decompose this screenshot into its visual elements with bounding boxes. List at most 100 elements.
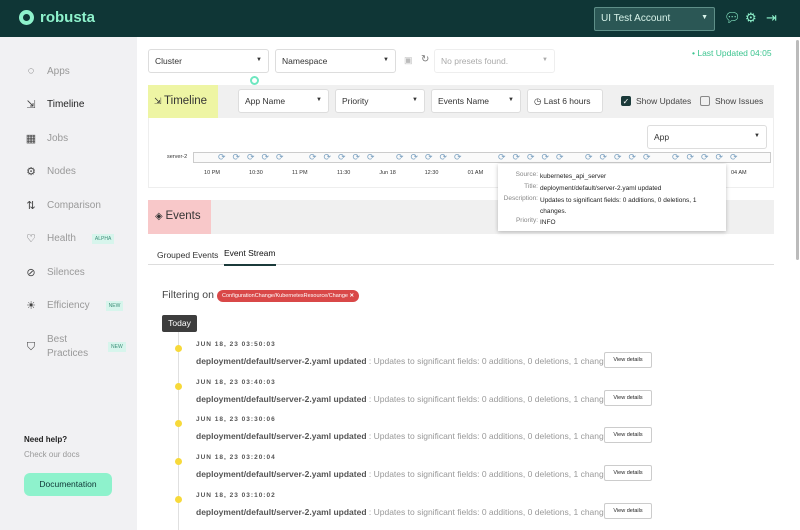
chevron-down-icon: ▼ xyxy=(256,57,262,63)
update-event-icon[interactable]: ⟳ xyxy=(218,152,226,163)
update-event-icon[interactable]: ⟳ xyxy=(643,152,651,163)
update-event-icon[interactable]: ⟳ xyxy=(614,152,622,163)
sidebar-item-best-practices[interactable]: ⛉ Best Practices NEW xyxy=(25,333,126,361)
event-dot xyxy=(175,420,182,428)
sidebar-item-apps[interactable]: ◌ Apps xyxy=(25,65,70,77)
view-details-button[interactable]: View details xyxy=(604,427,652,444)
update-event-icon[interactable]: ⟳ xyxy=(716,152,724,163)
view-details-button[interactable]: View details xyxy=(604,389,652,406)
gear-icon[interactable]: ⚙ xyxy=(745,11,757,25)
update-event-icon[interactable]: ⟳ xyxy=(425,152,433,163)
tooltip-key: Description: xyxy=(503,195,538,202)
chevron-down-icon: ▼ xyxy=(383,57,389,63)
priority-select[interactable]: Priority ▼ xyxy=(335,89,425,113)
update-event-icon[interactable]: ⟳ xyxy=(324,152,332,163)
tab-grouped-events[interactable]: Grouped Events xyxy=(157,250,218,260)
show-updates-checkbox[interactable]: ✓ Show Updates xyxy=(621,96,691,106)
update-event-icon[interactable]: ⟳ xyxy=(262,152,270,163)
group-by-label: App xyxy=(654,132,670,142)
chat-icon[interactable]: 💬︎ xyxy=(724,11,741,25)
logout-icon[interactable]: ⇥ xyxy=(766,11,777,25)
event-description: : Updates to significant fields: 0 addit… xyxy=(366,506,616,517)
update-event-icon[interactable]: ⟳ xyxy=(309,152,317,163)
tooltip-description: Updates to significant fields: 0 additio… xyxy=(540,197,697,215)
update-event-icon[interactable]: ⟳ xyxy=(338,152,346,163)
nodes-icon: ⚙ xyxy=(26,166,36,178)
event-message: deployment/default/server-2.yaml updated… xyxy=(196,394,615,404)
update-event-icon[interactable]: ⟳ xyxy=(730,152,738,163)
sidebar-item-label: Silences xyxy=(47,267,85,278)
filter-chip[interactable]: ConfigurationChange/KubernetesResource/C… xyxy=(217,290,360,302)
sidebar-item-health[interactable]: ♡ Health ALPHA xyxy=(25,232,115,245)
update-event-icon[interactable]: ⟳ xyxy=(276,152,284,163)
sidebar-item-silences[interactable]: ⊘ Silences xyxy=(25,266,85,279)
account-label: UI Test Account xyxy=(601,13,671,24)
event-dot xyxy=(175,495,182,503)
robusta-logo[interactable]: robusta xyxy=(19,9,95,26)
event-time: JUN 18, 23 03:50:03 xyxy=(196,341,276,348)
group-by-select[interactable]: App ▼ xyxy=(647,125,767,149)
events-name-label: Events Name xyxy=(438,96,490,106)
scrollbar[interactable] xyxy=(796,40,799,260)
refresh-icon[interactable]: ↻ xyxy=(421,54,429,65)
update-event-icon[interactable]: ⟳ xyxy=(454,152,462,163)
sidebar-item-jobs[interactable]: ▦ Jobs xyxy=(25,132,68,145)
update-event-icon[interactable]: ⟳ xyxy=(247,152,255,163)
update-event-icon[interactable]: ⟳ xyxy=(701,152,709,163)
sidebar-item-nodes[interactable]: ⚙ Nodes xyxy=(25,165,76,178)
update-event-icon[interactable]: ⟳ xyxy=(542,152,550,163)
update-event-icon[interactable]: ⟳ xyxy=(353,152,361,163)
events-name-select[interactable]: Events Name ▼ xyxy=(431,89,521,113)
update-event-icon[interactable]: ⟳ xyxy=(396,152,404,163)
timeline-tick-label: 10:30 xyxy=(249,170,263,176)
checkbox-checked-icon: ✓ xyxy=(621,96,631,106)
update-event-icon[interactable]: ⟳ xyxy=(600,152,608,163)
events-title: ◈ Events xyxy=(148,200,211,234)
warning-icon: ◈ xyxy=(155,211,166,222)
timeline-icon: ⇲ xyxy=(26,99,36,111)
event-message: deployment/default/server-2.yaml updated… xyxy=(196,356,615,366)
efficiency-icon: ☀ xyxy=(26,300,36,312)
namespace-label: Namespace xyxy=(282,56,328,66)
update-event-icon[interactable]: ⟳ xyxy=(629,152,637,163)
show-issues-checkbox[interactable]: Show Issues xyxy=(700,96,763,106)
app-name-select[interactable]: App Name ▼ xyxy=(238,89,329,113)
update-event-icon[interactable]: ⟳ xyxy=(440,152,448,163)
sidebar-badge: NEW xyxy=(108,342,126,352)
documentation-button[interactable]: Documentation xyxy=(24,473,112,496)
update-event-icon[interactable]: ⟳ xyxy=(513,152,521,163)
account-select[interactable]: UI Test Account ▼ xyxy=(594,7,715,31)
namespace-select[interactable]: Namespace ▼ xyxy=(275,49,396,73)
sidebar-item-efficiency[interactable]: ☀ Efficiency NEW xyxy=(25,299,124,312)
event-dot xyxy=(175,382,182,390)
cluster-select[interactable]: Cluster ▼ xyxy=(148,49,269,73)
sidebar-item-label: Nodes xyxy=(47,166,76,177)
save-icon[interactable]: ▣ xyxy=(404,55,413,66)
update-event-icon[interactable]: ⟳ xyxy=(411,152,419,163)
update-event-icon[interactable]: ⟳ xyxy=(233,152,241,163)
tab-event-stream[interactable]: Event Stream xyxy=(224,248,276,266)
presets-select[interactable]: No presets found. ▼ xyxy=(434,49,555,73)
time-range-button[interactable]: ◷ Last 6 hours xyxy=(527,89,603,113)
update-event-icon[interactable]: ⟳ xyxy=(585,152,593,163)
event-title: deployment/default/server-2.yaml updated xyxy=(196,506,367,517)
time-range-label: Last 6 hours xyxy=(543,96,591,106)
update-event-icon[interactable]: ⟳ xyxy=(527,152,535,163)
sidebar-item-comparison[interactable]: ⇅ Comparison xyxy=(25,199,101,212)
update-event-icon[interactable]: ⟳ xyxy=(498,152,506,163)
view-details-button[interactable]: View details xyxy=(604,502,652,519)
presets-label: No presets found. xyxy=(441,56,509,66)
update-event-icon[interactable]: ⟳ xyxy=(687,152,695,163)
update-event-icon[interactable]: ⟳ xyxy=(367,152,375,163)
top-header: robusta UI Test Account ▼ 💬︎ ⚙ ⇥ xyxy=(0,0,800,37)
sidebar-item-label: Comparison xyxy=(47,200,101,211)
logo-icon xyxy=(19,10,34,25)
sidebar-item-timeline[interactable]: ⇲ Timeline xyxy=(25,98,84,111)
close-icon[interactable]: ✕ xyxy=(350,293,355,299)
event-dot xyxy=(175,458,182,466)
update-event-icon[interactable]: ⟳ xyxy=(672,152,680,163)
cluster-label: Cluster xyxy=(155,56,182,66)
view-details-button[interactable]: View details xyxy=(604,352,652,368)
update-event-icon[interactable]: ⟳ xyxy=(556,152,564,163)
view-details-button[interactable]: View details xyxy=(604,465,652,482)
